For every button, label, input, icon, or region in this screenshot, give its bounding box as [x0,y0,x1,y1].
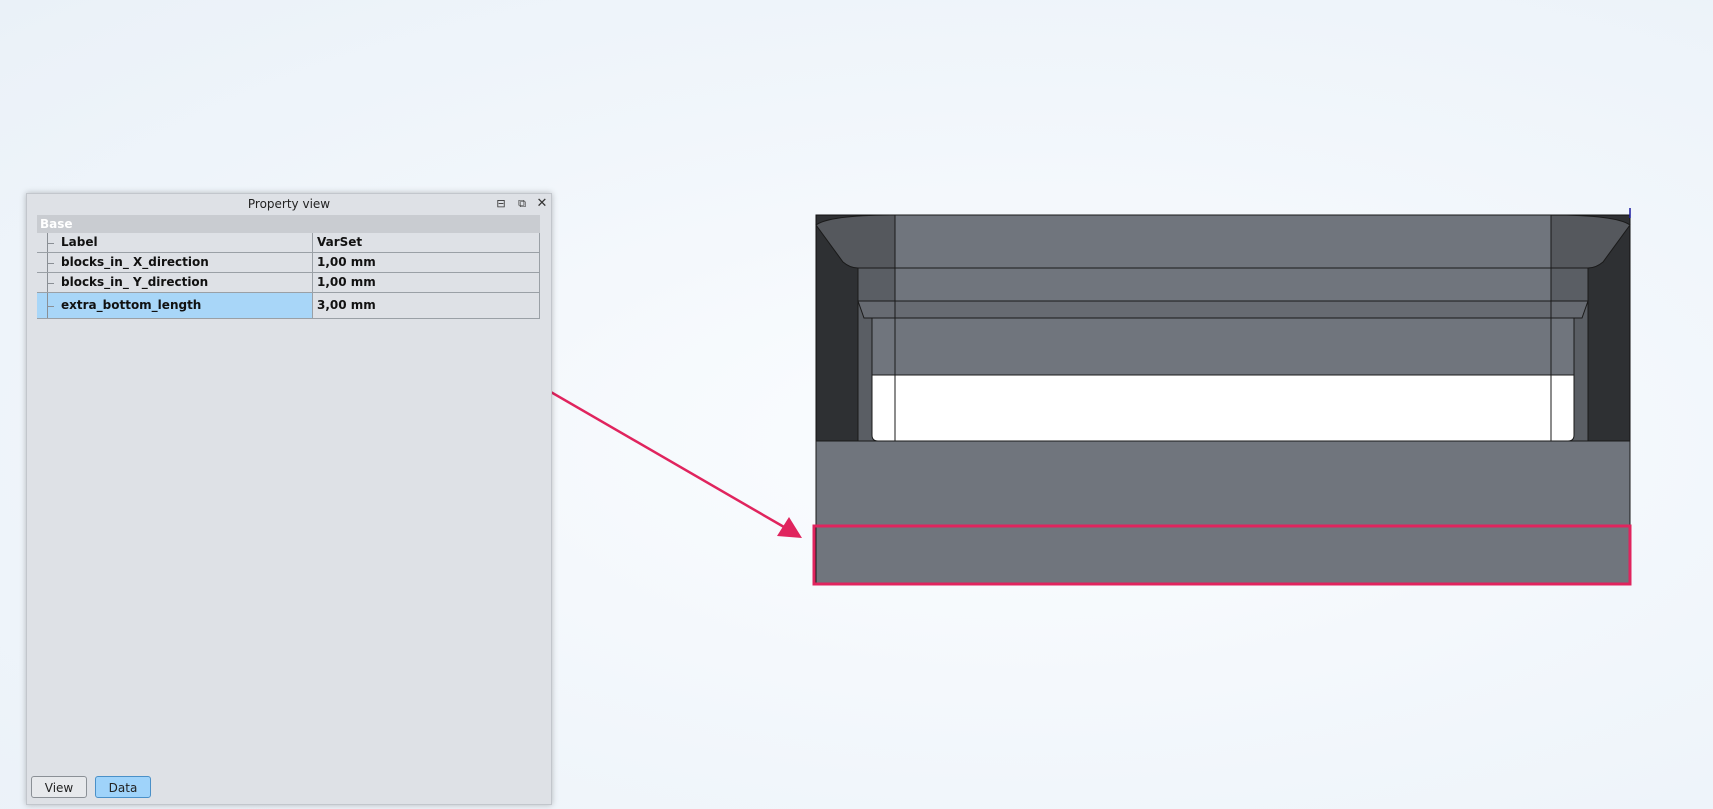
property-value[interactable]: 1,00 mm [312,273,540,292]
model-upper-face [894,214,1552,269]
tab-data[interactable]: Data [95,776,151,798]
model-extra-bottom-block [815,525,1631,585]
property-row[interactable]: blocks_in_ Y_direction 1,00 mm [37,273,540,293]
tree-branch [47,273,56,292]
property-table: Base Label VarSet blocks_in_ X_direction… [37,215,540,319]
property-name: blocks_in_ X_direction [61,255,209,269]
model-opening [871,374,1575,442]
group-header-base[interactable]: Base [37,215,540,233]
close-icon[interactable]: ✕ [534,196,550,212]
float-window-icon[interactable]: ⊟ [493,196,509,212]
model-middle-face [894,267,1552,302]
tree-branch [47,253,56,272]
property-name: extra_bottom_length [61,298,202,312]
property-value[interactable]: VarSet [312,233,540,252]
property-name: blocks_in_ Y_direction [61,275,209,289]
property-value[interactable]: 1,00 mm [312,253,540,272]
property-row-selected[interactable]: extra_bottom_length 3,00 mm [37,293,540,319]
property-name: Label [61,235,98,249]
property-value[interactable]: 3,00 mm [312,293,540,318]
model-lower-face [871,317,1575,376]
annotation-arrow-head [777,517,802,538]
model-base-block [815,440,1631,527]
tab-view[interactable]: View [31,776,87,798]
property-view-panel: Property view ⊟ ⧉ ✕ Base Label VarSet bl… [26,193,552,805]
tree-branch [47,293,56,318]
property-row[interactable]: Label VarSet [37,233,540,253]
property-row[interactable]: blocks_in_ X_direction 1,00 mm [37,253,540,273]
panel-title: Property view [247,197,331,211]
3d-viewport[interactable]: Property view ⊟ ⧉ ✕ Base Label VarSet bl… [0,0,1713,809]
tree-branch [47,233,56,252]
restore-icon[interactable]: ⧉ [514,196,530,212]
model-step [857,300,1589,319]
